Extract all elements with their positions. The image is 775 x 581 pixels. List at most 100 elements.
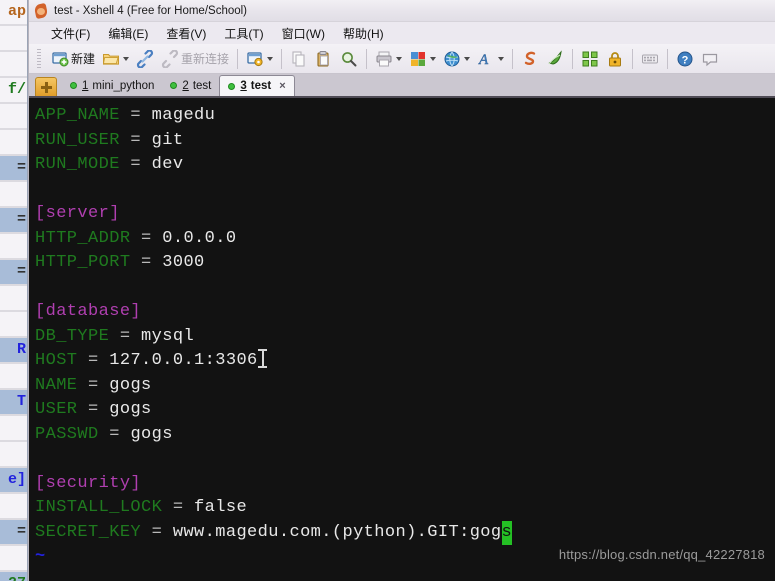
menu-window[interactable]: 窗口(W) xyxy=(274,23,333,44)
background-editor-row xyxy=(0,234,27,258)
config-equals: = xyxy=(119,130,152,150)
background-editor-row: = xyxy=(0,520,27,544)
session-properties-icon xyxy=(246,50,264,68)
lock-icon xyxy=(606,50,624,68)
xftp-button[interactable] xyxy=(543,47,567,71)
toolbar-grip[interactable] xyxy=(37,48,41,69)
config-value: git xyxy=(151,130,184,150)
xshell-button[interactable] xyxy=(518,47,542,71)
background-editor-window[interactable]: apf/===RTe]=27og xyxy=(0,0,28,581)
web-caret-icon[interactable] xyxy=(464,56,471,61)
quick-command-button[interactable] xyxy=(578,47,602,71)
tab-bar: 1 mini_python 2 test 3 test × xyxy=(29,74,775,98)
new-tab-button[interactable] xyxy=(35,77,57,96)
layout-button[interactable] xyxy=(406,47,439,71)
background-editor-row: = xyxy=(0,156,27,180)
tab-3-test[interactable]: 3 test × xyxy=(219,75,295,96)
config-equals: = xyxy=(119,155,152,174)
menu-tools[interactable]: 工具(T) xyxy=(216,23,271,44)
config-equals: = xyxy=(119,106,152,125)
background-editor-row xyxy=(0,416,27,440)
config-value: false xyxy=(194,498,248,517)
font-caret-icon[interactable] xyxy=(498,56,505,61)
tab-close-icon[interactable]: × xyxy=(279,80,285,92)
terminal-config-line: SECRET_KEY = www.magedu.com.(python).GIT… xyxy=(35,520,775,545)
paste-button[interactable] xyxy=(312,47,336,71)
menu-edit[interactable]: 编辑(E) xyxy=(100,23,156,44)
config-key: HTTP_PORT xyxy=(35,253,131,272)
config-value: dev xyxy=(151,155,184,174)
tab-2-test[interactable]: 2 test xyxy=(162,75,219,96)
copy-button xyxy=(287,47,311,71)
terminal-config-line: NAME = gogs xyxy=(35,374,775,399)
title-bar[interactable]: test - Xshell 4 (Free for Home/School) xyxy=(29,0,775,22)
new-session-button[interactable]: 新建 xyxy=(48,47,98,71)
keyboard-icon xyxy=(641,50,659,68)
terminal-section-header: [security] xyxy=(35,472,775,497)
connect-icon xyxy=(136,48,154,69)
terminal-section-header: [server] xyxy=(35,202,775,227)
web-button[interactable] xyxy=(440,47,473,71)
config-key: HTTP_ADDR xyxy=(35,228,131,248)
background-editor-row xyxy=(0,364,27,388)
background-editor-row: T xyxy=(0,390,27,414)
config-value: gogs xyxy=(109,400,152,419)
tab-status-dot-icon xyxy=(70,82,77,89)
open-folder-icon xyxy=(102,50,120,68)
config-section-name: [database] xyxy=(35,302,142,321)
toolbar-separator xyxy=(512,48,514,69)
open-folder-caret-icon[interactable] xyxy=(123,56,130,61)
config-equals: = xyxy=(77,351,110,370)
terminal-config-line: INSTALL_LOCK = false xyxy=(35,496,775,521)
tab-label: test xyxy=(192,79,212,92)
config-key: APP_NAME xyxy=(35,106,120,125)
terminal-output[interactable]: APP_NAME = magedu RUN_USER = git RUN_MODE … xyxy=(29,98,775,581)
terminal-config-line: APP_NAME = magedu xyxy=(35,104,775,129)
terminal-config-line: RUN_MODE = dev xyxy=(35,153,775,178)
config-equals: = xyxy=(162,498,195,517)
background-editor-row xyxy=(0,286,27,310)
terminal-config-line: DB_TYPE = mysql xyxy=(35,325,775,350)
tab-number: 1 xyxy=(82,79,89,92)
menu-file[interactable]: 文件(F) xyxy=(43,23,98,44)
disconnect-icon xyxy=(161,48,179,69)
toolbar-separator xyxy=(366,48,368,69)
config-key: RUN_MODE xyxy=(35,155,120,174)
connect-button[interactable] xyxy=(133,47,157,71)
background-editor-row: 27 xyxy=(0,572,27,581)
screen: apf/===RTe]=27og test - Xshell 4 (Free f… xyxy=(0,0,775,581)
toolbar-separator xyxy=(237,48,239,69)
background-editor-row xyxy=(0,312,27,336)
config-value: gogs xyxy=(109,375,152,395)
help-button[interactable]: ? xyxy=(673,47,697,71)
help-icon: ? xyxy=(676,50,694,68)
layout-caret-icon[interactable] xyxy=(430,56,437,61)
terminal-config-line: PASSWD = gogs xyxy=(35,423,775,448)
new-session-label: 新建 xyxy=(71,52,96,66)
terminal-config-line: HTTP_ADDR = 0.0.0.0 xyxy=(35,227,775,252)
menu-help[interactable]: 帮助(H) xyxy=(335,23,392,44)
font-button[interactable]: A xyxy=(474,47,507,71)
config-value: 3000 xyxy=(162,253,205,272)
config-key: NAME xyxy=(35,375,78,395)
background-editor-row: R xyxy=(0,338,27,362)
find-button[interactable] xyxy=(337,47,361,71)
background-editor-row: = xyxy=(0,260,27,284)
session-properties-caret-icon[interactable] xyxy=(267,56,274,61)
vim-empty-line-marker: ~ xyxy=(35,547,46,566)
font-icon: A xyxy=(477,50,495,67)
lock-button[interactable] xyxy=(603,47,627,71)
background-editor-row xyxy=(0,494,27,518)
quick-command-icon xyxy=(581,50,599,68)
tab-1-mini_python[interactable]: 1 mini_python xyxy=(62,75,162,96)
open-folder-button[interactable] xyxy=(99,47,132,71)
session-properties-button[interactable] xyxy=(243,47,276,71)
print-icon xyxy=(375,50,393,68)
print-caret-icon[interactable] xyxy=(396,56,403,61)
menu-view[interactable]: 查看(V) xyxy=(158,23,214,44)
chat-button[interactable] xyxy=(698,47,722,71)
tab-list: 1 mini_python 2 test 3 test × xyxy=(62,75,295,96)
background-editor-row: e] xyxy=(0,468,27,492)
tab-status-dot-icon xyxy=(170,82,178,89)
